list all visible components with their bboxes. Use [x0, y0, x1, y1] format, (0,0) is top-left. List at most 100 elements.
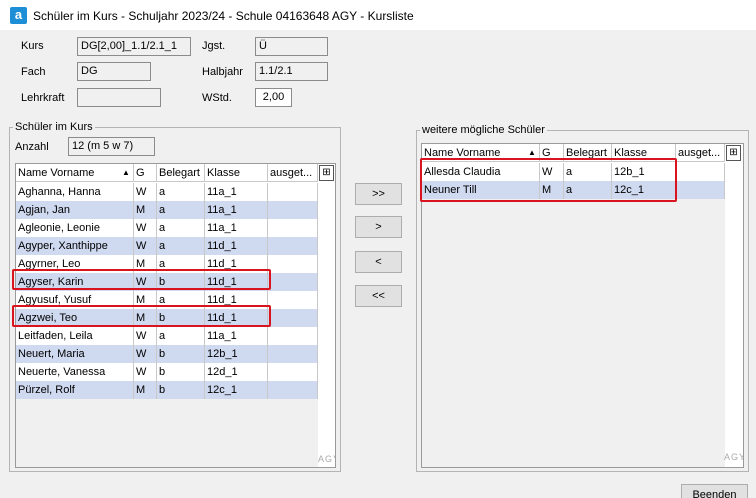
table-row[interactable]: Aghanna, Hanna Wa 11a_1: [16, 183, 318, 201]
table-cell: [676, 163, 725, 181]
column-header-klasse[interactable]: Klasse: [205, 164, 268, 182]
table-cell: [268, 291, 318, 309]
table-cell: W: [540, 163, 564, 181]
table-cell: a: [157, 201, 205, 219]
table-row[interactable]: Agyser, Karin Wb 11d_1: [16, 273, 318, 291]
table-cell: 12b_1: [205, 345, 268, 363]
remove-all-button[interactable]: <<: [355, 285, 402, 307]
table-cell: 12b_1: [612, 163, 676, 181]
table-cell: [268, 201, 318, 219]
halbjahr-field[interactable]: 1.1/2.1: [255, 62, 328, 81]
possible-students-title: weitere mögliche Schüler: [420, 124, 547, 136]
table-row[interactable]: Pürzel, Rolf Mb 12c_1: [16, 381, 318, 399]
table-cell: 11d_1: [205, 309, 268, 327]
table-cell: b: [157, 381, 205, 399]
table-cell: W: [134, 273, 157, 291]
table-row[interactable]: Allesda Claudia Wa 12b_1: [422, 163, 725, 181]
table-cell: 12d_1: [205, 363, 268, 381]
table-row[interactable]: Leitfaden, Leila Wa 11a_1: [16, 327, 318, 345]
table-cell: Agzwei, Teo: [16, 309, 134, 327]
table-cell: 11d_1: [205, 237, 268, 255]
table-cell: [268, 345, 318, 363]
table-cell: Agyser, Karin: [16, 273, 134, 291]
column-chooser-icon[interactable]: ⊞: [726, 145, 741, 161]
table-row[interactable]: Agyusuf, Yusuf Ma 11d_1: [16, 291, 318, 309]
table-row[interactable]: Neuert, Maria Wb 12b_1: [16, 345, 318, 363]
table-cell: Leitfaden, Leila: [16, 327, 134, 345]
table-row[interactable]: Neuner Till Ma 12c_1: [422, 181, 725, 199]
table-cell: b: [157, 273, 205, 291]
kurs-field[interactable]: DG[2,00]_1.1/2.1_1: [77, 37, 191, 56]
table-scroll-indicator: AGY: [724, 452, 744, 462]
jgst-field[interactable]: Ü: [255, 37, 328, 56]
wstd-field[interactable]: 2,00: [255, 88, 292, 107]
column-header-name[interactable]: Name Vorname: [422, 144, 540, 162]
table-cell: a: [157, 291, 205, 309]
anzahl-field: 12 (m 5 w 7): [68, 137, 155, 156]
students-in-course-table[interactable]: Name Vorname ▲ G Belegart Klasse ausget.…: [15, 163, 336, 468]
column-header-ausgetreten[interactable]: ausget...: [676, 144, 725, 162]
table-cell: 11a_1: [205, 201, 268, 219]
table-row[interactable]: Agyrner, Leo Ma 11d_1: [16, 255, 318, 273]
remove-one-button[interactable]: <: [355, 251, 402, 273]
table-cell: 11d_1: [205, 273, 268, 291]
table-cell: a: [157, 219, 205, 237]
table-cell: a: [157, 327, 205, 345]
table-row[interactable]: Agleonie, Leonie Wa 11a_1: [16, 219, 318, 237]
table-row[interactable]: Agzwei, Teo Mb 11d_1: [16, 309, 318, 327]
table-cell: M: [540, 181, 564, 199]
table-cell: b: [157, 345, 205, 363]
table-cell: Aghanna, Hanna: [16, 183, 134, 201]
table-cell: W: [134, 327, 157, 345]
column-header-gender[interactable]: G: [540, 144, 564, 162]
column-header-name[interactable]: Name Vorname: [16, 164, 134, 182]
table-cell: [676, 181, 725, 199]
table-cell: M: [134, 255, 157, 273]
add-one-button[interactable]: >: [355, 216, 402, 238]
table-header: Name Vorname ▲ G Belegart Klasse ausget.…: [422, 144, 725, 162]
table-row[interactable]: Agjan, Jan Ma 11a_1: [16, 201, 318, 219]
add-all-button[interactable]: >>: [355, 183, 402, 205]
app-logo-icon: a: [10, 7, 27, 24]
table-cell: [268, 309, 318, 327]
table-cell: Agyper, Xanthippe: [16, 237, 134, 255]
column-header-belegart[interactable]: Belegart: [564, 144, 612, 162]
lehrkraft-field[interactable]: [77, 88, 161, 107]
table-empty-area: [16, 399, 318, 467]
column-header-ausgetreten[interactable]: ausget...: [268, 164, 318, 182]
table-cell: 11a_1: [205, 219, 268, 237]
column-header-klasse[interactable]: Klasse: [612, 144, 676, 162]
column-header-gender[interactable]: G: [134, 164, 157, 182]
anzahl-label: Anzahl: [15, 141, 49, 153]
sort-ascending-icon: ▲: [528, 148, 536, 157]
table-cell: W: [134, 219, 157, 237]
table-cell: a: [564, 163, 612, 181]
fach-field[interactable]: DG: [77, 62, 151, 81]
table-cell: [268, 237, 318, 255]
table-cell: 12c_1: [205, 381, 268, 399]
close-button[interactable]: Beenden: [681, 484, 748, 498]
table-row[interactable]: Agyper, Xanthippe Wa 11d_1: [16, 237, 318, 255]
table-cell: Agleonie, Leonie: [16, 219, 134, 237]
table-header: Name Vorname ▲ G Belegart Klasse ausget.…: [16, 164, 318, 182]
sort-ascending-icon: ▲: [122, 168, 130, 177]
table-cell: [268, 327, 318, 345]
kurs-label: Kurs: [21, 40, 44, 52]
table-cell: Agyrner, Leo: [16, 255, 134, 273]
wstd-label: WStd.: [202, 92, 232, 104]
column-header-belegart[interactable]: Belegart: [157, 164, 205, 182]
table-empty-area: [422, 199, 725, 467]
table-cell: 11d_1: [205, 255, 268, 273]
column-chooser-icon[interactable]: ⊞: [319, 165, 334, 181]
lehrkraft-label: Lehrkraft: [21, 92, 65, 104]
table-cell: Agjan, Jan: [16, 201, 134, 219]
possible-students-table[interactable]: Name Vorname ▲ G Belegart Klasse ausget.…: [421, 143, 744, 468]
table-cell: [268, 183, 318, 201]
table-cell: b: [157, 363, 205, 381]
table-cell: Allesda Claudia: [422, 163, 540, 181]
table-row[interactable]: Neuerte, Vanessa Wb 12d_1: [16, 363, 318, 381]
table-cell: [268, 219, 318, 237]
table-cell: W: [134, 363, 157, 381]
table-cell: a: [157, 237, 205, 255]
halbjahr-label: Halbjahr: [202, 66, 243, 78]
